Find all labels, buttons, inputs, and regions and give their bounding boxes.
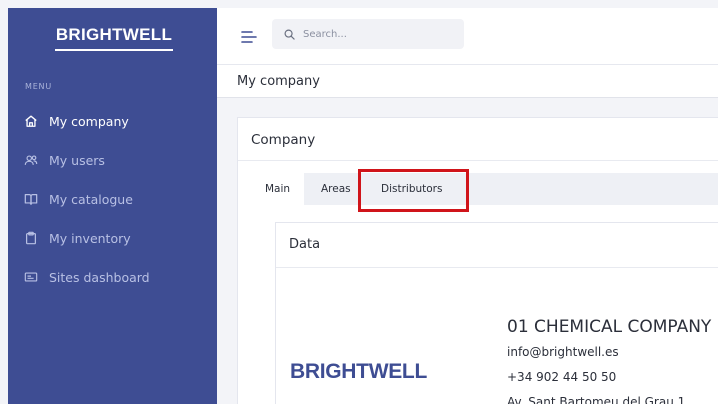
search-icon	[284, 29, 295, 40]
topbar	[217, 8, 718, 64]
data-panel: Data BRIGHTWELL 01 CHEMICAL COMPANY info…	[275, 222, 718, 404]
search-input[interactable]	[303, 28, 453, 40]
book-icon	[24, 192, 38, 206]
search-box[interactable]	[272, 19, 464, 49]
company-address: Av. Sant Bartomeu del Grau 1	[507, 395, 686, 404]
tab-areas[interactable]: Areas	[321, 173, 351, 205]
company-logo: BRIGHTWELL	[290, 360, 427, 383]
page-title: My company	[237, 74, 320, 89]
tab-label: Main	[264, 183, 291, 195]
sidebar-item-label: My users	[49, 152, 105, 168]
sidebar-item-my-catalogue[interactable]: My catalogue	[24, 188, 133, 210]
sidebar-item-my-users[interactable]: My users	[24, 149, 105, 171]
dashboard-icon	[24, 270, 38, 284]
sidebar-item-label: My catalogue	[49, 191, 133, 207]
divider	[238, 160, 718, 161]
brand-underline	[55, 49, 173, 51]
sidebar-item-sites-dashboard[interactable]: Sites dashboard	[24, 266, 150, 288]
tab-main[interactable]: Main	[251, 173, 304, 205]
company-phone: +34 902 44 50 50	[507, 370, 617, 384]
users-icon	[24, 153, 38, 167]
tab-label: Areas	[321, 183, 351, 195]
sidebar-item-label: My inventory	[49, 230, 131, 246]
sidebar: BRIGHTWELL MENU My company My users My c…	[8, 8, 217, 404]
card-title: Company	[251, 132, 316, 148]
tab-bar: Main Areas Distributors	[251, 173, 718, 205]
home-icon	[24, 114, 38, 128]
highlight-box	[358, 169, 469, 212]
company-email: info@brightwell.es	[507, 345, 619, 359]
sidebar-item-my-inventory[interactable]: My inventory	[24, 227, 131, 249]
menu-toggle-icon[interactable]	[241, 29, 257, 43]
sidebar-item-my-company[interactable]: My company	[24, 110, 129, 132]
clipboard-icon	[24, 231, 38, 245]
sidebar-item-label: My company	[49, 113, 129, 129]
menu-section-label: MENU	[25, 82, 52, 91]
panel-title: Data	[289, 237, 321, 252]
breadcrumb: My company	[217, 64, 718, 98]
sidebar-item-label: Sites dashboard	[49, 269, 150, 285]
company-name: 01 CHEMICAL COMPANY	[507, 317, 712, 337]
divider	[276, 267, 718, 268]
brand-logo[interactable]: BRIGHTWELL	[55, 25, 173, 45]
company-card: Company Main Areas Distributors Data BRI…	[237, 117, 718, 404]
